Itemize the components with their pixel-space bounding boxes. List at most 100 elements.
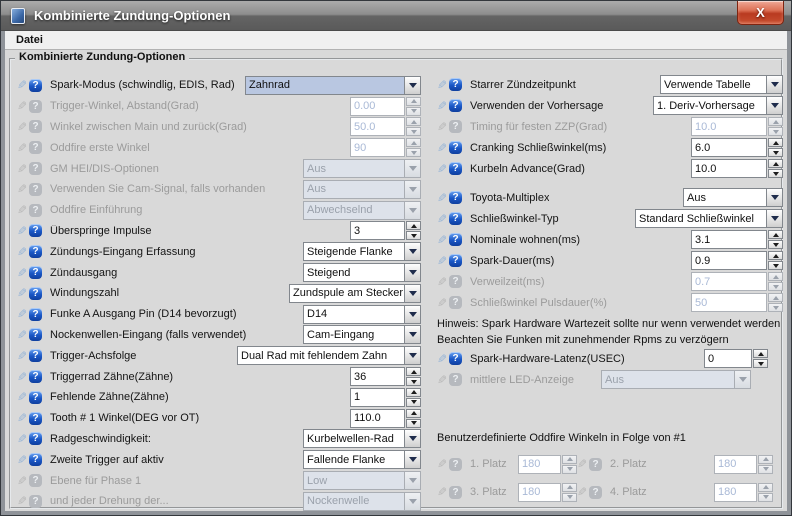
spinner-down-button[interactable] bbox=[406, 419, 421, 428]
spinner-down-button[interactable] bbox=[406, 377, 421, 386]
spinner-value[interactable]: 6.0 bbox=[691, 138, 767, 157]
dropdown-value[interactable]: Zundspule am Stecker bbox=[289, 284, 404, 303]
kurbeln-advance-grad-spinner[interactable]: 10.0 bbox=[691, 159, 783, 178]
überspringe-impulse-spinner[interactable]: 3 bbox=[350, 221, 421, 240]
dropdown-arrow-button[interactable] bbox=[404, 450, 421, 469]
dropdown-value[interactable]: Steigende Flanke bbox=[303, 242, 404, 261]
help-icon[interactable]: ? bbox=[29, 79, 42, 92]
dropdown-value[interactable]: 1. Deriv-Vorhersage bbox=[653, 96, 766, 115]
verwenden-der-vorhersage-dropdown[interactable]: 1. Deriv-Vorhersage bbox=[653, 96, 783, 115]
spinner-up-button[interactable] bbox=[768, 230, 783, 239]
funke-a-ausgang-pin-d14-bevorzugt-dropdown[interactable]: D14 bbox=[303, 305, 421, 324]
spinner-up-button[interactable] bbox=[768, 251, 783, 260]
help-icon[interactable]: ? bbox=[29, 349, 42, 362]
spinner-down-button[interactable] bbox=[406, 398, 421, 407]
spinner-down-button[interactable] bbox=[768, 148, 783, 157]
dropdown-arrow-button[interactable] bbox=[766, 209, 783, 228]
help-icon[interactable]: ? bbox=[29, 391, 42, 404]
spark-dauer-ms-spinner[interactable]: 0.9 bbox=[691, 251, 783, 270]
dropdown-value[interactable]: Aus bbox=[683, 188, 766, 207]
help-icon[interactable]: ? bbox=[449, 99, 462, 112]
dropdown-arrow-button[interactable] bbox=[766, 188, 783, 207]
dropdown-arrow-button[interactable] bbox=[404, 429, 421, 448]
nominale-wohnen-ms-spinner[interactable]: 3.1 bbox=[691, 230, 783, 249]
tooth-1-winkel-deg-vor-ot-spinner[interactable]: 110.0 bbox=[350, 409, 421, 428]
help-icon[interactable]: ? bbox=[449, 141, 462, 154]
help-icon[interactable]: ? bbox=[449, 233, 462, 246]
help-icon[interactable]: ? bbox=[29, 287, 42, 300]
spinner-value[interactable]: 0 bbox=[704, 349, 752, 368]
radgeschwindigkeit-dropdown[interactable]: Kurbelwellen-Rad bbox=[303, 429, 421, 448]
dropdown-value[interactable]: Cam-Eingang bbox=[303, 325, 404, 344]
spinner-value[interactable]: 0.9 bbox=[691, 251, 767, 270]
help-icon[interactable]: ? bbox=[449, 191, 462, 204]
trigger-achsfolge-dropdown[interactable]: Dual Rad mit fehlendem Zahn bbox=[237, 346, 421, 365]
spark-modus-schwindlig-edis-rad-dropdown[interactable]: Zahnrad bbox=[245, 76, 421, 95]
spinner-down-button[interactable] bbox=[753, 359, 768, 368]
cranking-schließwinkel-ms-spinner[interactable]: 6.0 bbox=[691, 138, 783, 157]
windungszahl-dropdown[interactable]: Zundspule am Stecker bbox=[289, 284, 421, 303]
spinner-up-button[interactable] bbox=[406, 409, 421, 418]
spinner-down-button[interactable] bbox=[768, 169, 783, 178]
dropdown-arrow-button[interactable] bbox=[404, 325, 421, 344]
spinner-value[interactable]: 10.0 bbox=[691, 159, 767, 178]
help-icon[interactable]: ? bbox=[29, 224, 42, 237]
dropdown-arrow-button[interactable] bbox=[404, 284, 421, 303]
spinner-up-button[interactable] bbox=[406, 388, 421, 397]
dropdown-value[interactable]: Fallende Flanke bbox=[303, 450, 404, 469]
fehlende-zähne-zähne-spinner[interactable]: 1 bbox=[350, 388, 421, 407]
triggerrad-zähne-zähne-spinner[interactable]: 36 bbox=[350, 367, 421, 386]
close-button[interactable]: X bbox=[737, 1, 784, 25]
help-icon[interactable]: ? bbox=[29, 412, 42, 425]
menu-item-datei[interactable]: Datei bbox=[12, 34, 47, 46]
help-icon[interactable]: ? bbox=[29, 453, 42, 466]
toyota-multiplex-dropdown[interactable]: Aus bbox=[683, 188, 783, 207]
spinner-up-button[interactable] bbox=[768, 159, 783, 168]
dropdown-value[interactable]: Steigend bbox=[303, 263, 404, 282]
help-icon[interactable]: ? bbox=[29, 432, 42, 445]
dropdown-value[interactable]: Kurbelwellen-Rad bbox=[303, 429, 404, 448]
spinner-value[interactable]: 3.1 bbox=[691, 230, 767, 249]
dropdown-value[interactable]: Verwende Tabelle bbox=[660, 75, 766, 94]
spinner-value[interactable]: 1 bbox=[350, 388, 405, 407]
dropdown-value[interactable]: D14 bbox=[303, 305, 404, 324]
dropdown-value[interactable]: Standard Schließwinkel bbox=[635, 209, 766, 228]
help-icon[interactable]: ? bbox=[449, 162, 462, 175]
spinner-up-button[interactable] bbox=[406, 221, 421, 230]
dropdown-value[interactable]: Dual Rad mit fehlendem Zahn bbox=[237, 346, 404, 365]
dropdown-arrow-button[interactable] bbox=[404, 305, 421, 324]
title-bar[interactable]: Kombinierte Zundung-Optionen X bbox=[1, 1, 791, 31]
nockenwellen-eingang-falls-verwendet-dropdown[interactable]: Cam-Eingang bbox=[303, 325, 421, 344]
spinner-value[interactable]: 3 bbox=[350, 221, 405, 240]
dropdown-value[interactable]: Zahnrad bbox=[245, 76, 404, 95]
help-icon[interactable]: ? bbox=[29, 245, 42, 258]
dropdown-arrow-button[interactable] bbox=[766, 96, 783, 115]
zündungs-eingang-erfassung-dropdown[interactable]: Steigende Flanke bbox=[303, 242, 421, 261]
starrer-zündzeitpunkt-dropdown[interactable]: Verwende Tabelle bbox=[660, 75, 783, 94]
spinner-up-button[interactable] bbox=[768, 138, 783, 147]
zündausgang-dropdown[interactable]: Steigend bbox=[303, 263, 421, 282]
spinner-down-button[interactable] bbox=[768, 240, 783, 249]
spinner-value[interactable]: 110.0 bbox=[350, 409, 405, 428]
dropdown-arrow-button[interactable] bbox=[766, 75, 783, 94]
spark-hardware-latenz-usec-spinner[interactable]: 0 bbox=[704, 349, 768, 368]
help-icon[interactable]: ? bbox=[29, 370, 42, 383]
dropdown-arrow-button[interactable] bbox=[404, 76, 421, 95]
help-icon[interactable]: ? bbox=[449, 352, 462, 365]
help-icon[interactable]: ? bbox=[29, 328, 42, 341]
zweite-trigger-auf-aktiv-dropdown[interactable]: Fallende Flanke bbox=[303, 450, 421, 469]
help-icon[interactable]: ? bbox=[29, 266, 42, 279]
help-icon[interactable]: ? bbox=[29, 308, 42, 321]
dropdown-arrow-button[interactable] bbox=[404, 263, 421, 282]
spinner-down-button[interactable] bbox=[406, 231, 421, 240]
help-icon[interactable]: ? bbox=[449, 78, 462, 91]
spinner-down-button[interactable] bbox=[768, 261, 783, 270]
help-icon[interactable]: ? bbox=[449, 254, 462, 267]
schließwinkel-typ-dropdown[interactable]: Standard Schließwinkel bbox=[635, 209, 783, 228]
help-icon[interactable]: ? bbox=[449, 212, 462, 225]
spinner-value[interactable]: 36 bbox=[350, 367, 405, 386]
dropdown-arrow-button[interactable] bbox=[404, 242, 421, 261]
dropdown-arrow-button[interactable] bbox=[404, 346, 421, 365]
spinner-up-button[interactable] bbox=[753, 349, 768, 358]
spinner-up-button[interactable] bbox=[406, 367, 421, 376]
